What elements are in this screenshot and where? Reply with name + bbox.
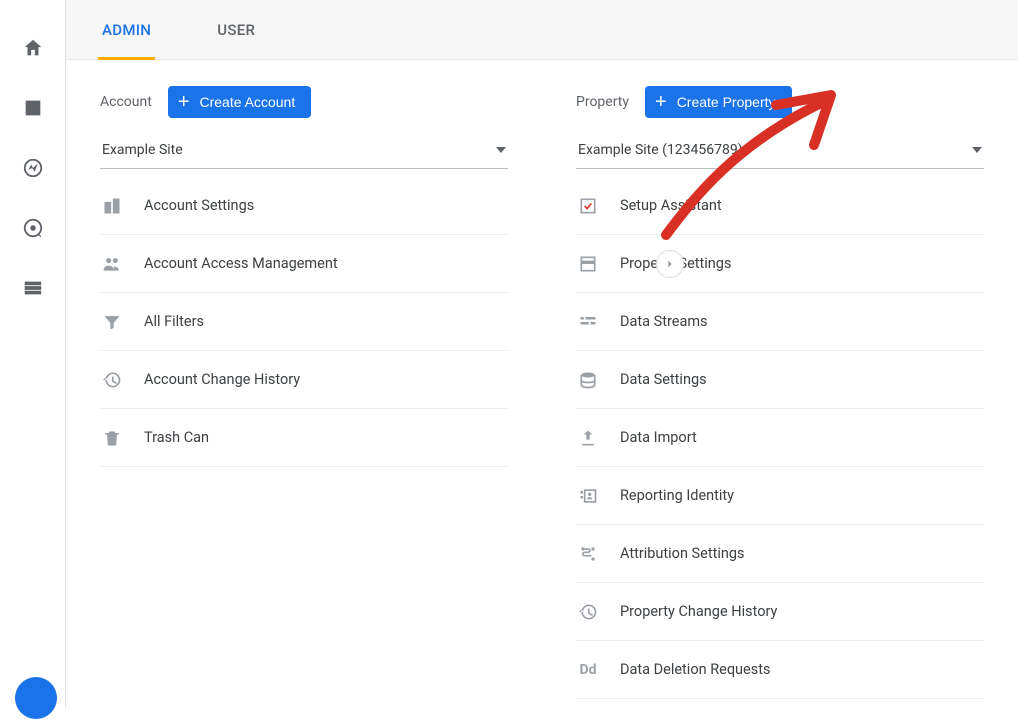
menu-item-label: Attribution Settings (620, 545, 745, 562)
people-icon (100, 254, 124, 274)
property-selected-value: Example Site (123456789) (578, 142, 743, 158)
menu-item-label: Data Streams (620, 313, 708, 330)
all-filters-item[interactable]: All Filters (100, 293, 508, 351)
chevron-down-icon (972, 147, 982, 153)
upload-icon (576, 428, 600, 448)
left-nav-rail (0, 0, 66, 707)
account-access-item[interactable]: Account Access Management (100, 235, 508, 293)
nav-advertising[interactable] (13, 208, 53, 248)
trash-can-item[interactable]: Trash Can (100, 409, 508, 467)
account-column: Account + Create Account Example Site Ac… (66, 86, 542, 707)
data-import-item[interactable]: Data Import (576, 409, 984, 467)
main-area: ADMIN USER Account + Create Account Exam… (66, 0, 1018, 707)
create-property-label: Create Property (677, 94, 776, 110)
nav-explore[interactable] (13, 148, 53, 188)
nav-home[interactable] (13, 28, 53, 68)
chevron-down-icon (496, 147, 506, 153)
target-icon (22, 217, 44, 239)
fab-button[interactable] (15, 677, 57, 719)
create-account-button[interactable]: + Create Account (168, 86, 311, 118)
history-icon (100, 370, 124, 390)
layout-icon (576, 254, 600, 274)
check-square-icon (576, 196, 600, 216)
streams-icon (576, 312, 600, 332)
account-settings-item[interactable]: Account Settings (100, 177, 508, 235)
menu-item-label: Property Change History (620, 603, 777, 620)
account-menu: Account Settings Account Access Manageme… (100, 177, 508, 467)
history-icon (576, 602, 600, 622)
stack-icon (576, 370, 600, 390)
home-icon (22, 37, 44, 59)
data-deletion-item[interactable]: Dd Data Deletion Requests (576, 641, 984, 699)
property-column: Property + Create Property Example Site … (542, 86, 1018, 707)
menu-item-label: Data Import (620, 429, 697, 446)
account-heading: Account (100, 94, 152, 110)
menu-item-label: Account Settings (144, 197, 254, 214)
account-selected-value: Example Site (102, 142, 183, 158)
bar-chart-icon (22, 97, 44, 119)
plus-icon: + (178, 92, 190, 112)
create-property-button[interactable]: + Create Property (645, 86, 792, 118)
property-menu: Setup Assistant Property Settings Data S… (576, 177, 984, 699)
property-heading: Property (576, 94, 629, 110)
building-icon (100, 196, 124, 216)
tab-admin[interactable]: ADMIN (98, 0, 155, 60)
tab-user[interactable]: USER (213, 0, 259, 60)
menu-item-label: Account Change History (144, 371, 300, 388)
nav-reports[interactable] (13, 88, 53, 128)
plus-icon: + (655, 92, 667, 112)
account-selector[interactable]: Example Site (100, 136, 508, 169)
tabs-bar: ADMIN USER (66, 0, 1018, 60)
reporting-identity-item[interactable]: Reporting Identity (576, 467, 984, 525)
explore-icon (22, 157, 44, 179)
setup-assistant-item[interactable]: Setup Assistant (576, 177, 984, 235)
property-settings-item[interactable]: Property Settings (576, 235, 984, 293)
data-streams-item[interactable]: Data Streams (576, 293, 984, 351)
attribution-settings-item[interactable]: Attribution Settings (576, 525, 984, 583)
filter-icon (100, 312, 124, 332)
menu-item-label: Data Deletion Requests (620, 661, 770, 678)
trash-icon (100, 428, 124, 448)
menu-item-label: Data Settings (620, 371, 707, 388)
create-account-label: Create Account (200, 94, 296, 110)
column-toggle-button[interactable] (656, 250, 684, 278)
menu-item-label: Account Access Management (144, 255, 338, 272)
property-selector[interactable]: Example Site (123456789) (576, 136, 984, 169)
menu-item-label: Reporting Identity (620, 487, 734, 504)
identity-icon (576, 486, 600, 506)
nav-configure[interactable] (13, 268, 53, 308)
menu-item-label: All Filters (144, 313, 204, 330)
arrow-right-icon (663, 257, 677, 271)
attribution-icon (576, 544, 600, 564)
menu-item-label: Setup Assistant (620, 197, 722, 214)
list-icon (22, 277, 44, 299)
menu-item-label: Trash Can (144, 429, 209, 446)
account-history-item[interactable]: Account Change History (100, 351, 508, 409)
dd-icon: Dd (576, 662, 600, 678)
data-settings-item[interactable]: Data Settings (576, 351, 984, 409)
admin-surface: Account + Create Account Example Site Ac… (66, 60, 1018, 707)
property-history-item[interactable]: Property Change History (576, 583, 984, 641)
